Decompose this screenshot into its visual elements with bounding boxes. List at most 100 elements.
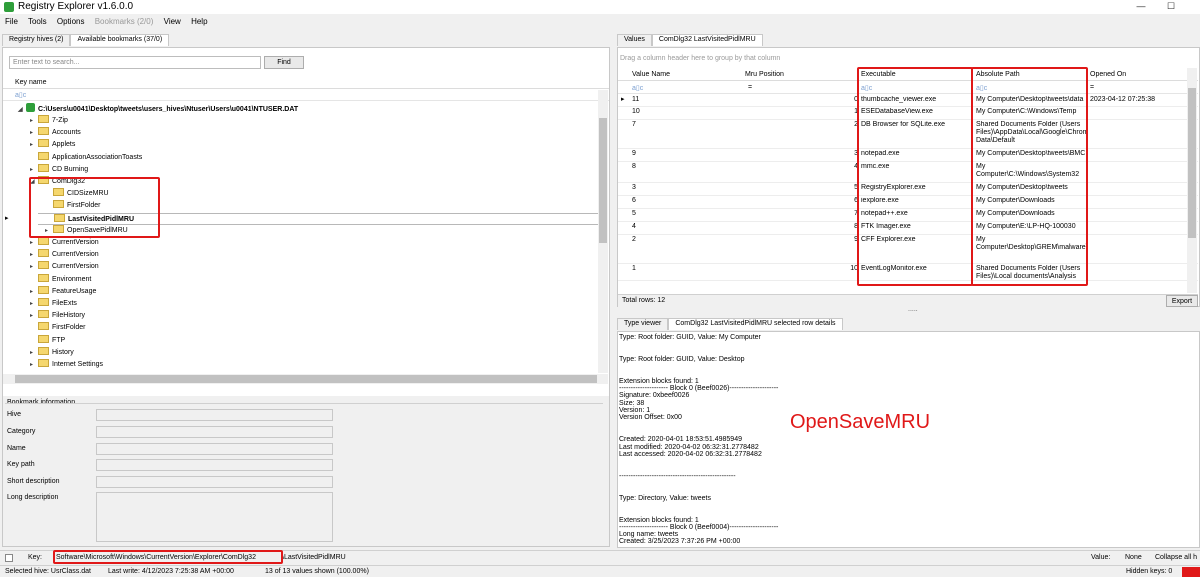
menu-view[interactable]: View — [164, 17, 181, 26]
tree-item-label: ComDlg32 — [52, 178, 86, 185]
short-description-field[interactable] — [96, 476, 333, 488]
filter-icon: a▯c — [861, 85, 873, 92]
tree-root[interactable]: ◢ C:\Users\u0041\Desktop\tweets\users_hiv… — [18, 103, 298, 115]
key-checkbox[interactable] — [5, 554, 13, 562]
splitter-handle[interactable]: ..... — [908, 306, 918, 313]
tree-scrollbar-thumb[interactable] — [599, 118, 607, 243]
menu-bookmarks[interactable]: Bookmarks (2/0) — [95, 17, 154, 26]
tree-item[interactable]: ▸ CurrentVersion — [30, 249, 99, 261]
search-input[interactable]: Enter text to search... — [9, 56, 261, 69]
cell-mru-position: 9 — [854, 236, 858, 243]
tab-type-viewer[interactable]: Type viewer — [617, 318, 669, 330]
menu-file[interactable]: File — [5, 17, 18, 26]
detail-line: Last modified: 2020-04-02 06:32:31.27784… — [619, 443, 759, 451]
tree-item[interactable]: ▸ FileExts — [30, 298, 77, 310]
col-opened-on[interactable]: Opened On — [1090, 71, 1126, 78]
chevron-right-icon[interactable]: ▸ — [30, 359, 38, 371]
tree-hscrollbar[interactable] — [3, 374, 608, 384]
category-field[interactable] — [96, 426, 333, 438]
name-field[interactable] — [96, 443, 333, 455]
menu-help[interactable]: Help — [191, 17, 207, 26]
col-mru-position[interactable]: Mru Position — [745, 71, 784, 78]
cell-value-name: 1 — [632, 265, 636, 272]
tree-item[interactable]: ▸ CD Burning — [30, 163, 88, 176]
tree-item[interactable]: ▸ CurrentVersion — [30, 237, 99, 249]
find-button[interactable]: Find — [264, 56, 304, 69]
chevron-right-icon[interactable]: ▸ — [30, 164, 38, 176]
table-row[interactable]: 1 10 EventLogMonitor.exe Shared Documents F… — [618, 264, 1198, 281]
tree-item[interactable]: ▸ Internet Settings — [30, 359, 103, 371]
table-row[interactable]: 3 5 RegistryExplorer.exe My Computer\Deskto… — [618, 183, 1198, 196]
chevron-right-icon[interactable]: ▸ — [45, 225, 53, 237]
folder-icon — [38, 359, 49, 367]
menu-options[interactable]: Options — [57, 17, 85, 26]
cell-value-name: 6 — [632, 197, 636, 204]
export-button[interactable]: Export — [1166, 295, 1198, 307]
chevron-right-icon[interactable]: ▸ — [30, 115, 38, 127]
key-name-header[interactable]: Key name — [15, 79, 47, 86]
table-row[interactable]: 4 8 FTK Imager.exe My Computer\E:\LP-HQ-100… — [618, 222, 1198, 235]
tree-filter-row[interactable]: a▯c — [3, 89, 609, 101]
table-row[interactable]: 2 9 CFF Explorer.exe My Computer\Desktop\GR… — [618, 235, 1198, 264]
col-absolute-path[interactable]: Absolute Path — [976, 71, 1020, 78]
folder-icon — [38, 249, 49, 258]
tab-registry-hives[interactable]: Registry hives (2) — [2, 34, 71, 46]
tree-item[interactable]: ▸ History — [30, 346, 74, 359]
grid-scrollbar[interactable] — [1187, 68, 1197, 293]
table-row[interactable]: 10 1 ESEDatabaseView.exe My Computer\C:\Win… — [618, 107, 1198, 120]
minimize-button[interactable]: — — [1126, 0, 1156, 14]
tree-item[interactable]: ▸ Accounts — [30, 127, 81, 139]
chevron-right-icon[interactable]: ▸ — [30, 139, 38, 151]
grid-scrollbar-thumb[interactable] — [1188, 88, 1196, 238]
tree-item[interactable]: CIDSizeMRU — [45, 188, 109, 200]
chevron-right-icon[interactable]: ▸ — [30, 249, 38, 261]
table-row[interactable]: 6 6 iexplore.exe My Computer\Downloads — [618, 196, 1198, 209]
chevron-right-icon[interactable]: ▸ — [30, 298, 38, 310]
chevron-down-icon[interactable]: ◢ — [30, 176, 38, 188]
menu-tools[interactable]: Tools — [28, 17, 47, 26]
tab-available-bookmarks[interactable]: Available bookmarks (37/0) — [70, 34, 170, 46]
col-executable[interactable]: Executable — [861, 71, 896, 78]
detail-line: Size: 38 — [619, 399, 645, 407]
tab-lastvisited[interactable]: ComDlg32 LastVisitedPidlMRU — [651, 34, 763, 46]
maximize-button[interactable]: ☐ — [1156, 0, 1186, 14]
tree-scrollbar[interactable] — [598, 90, 608, 373]
tree-item[interactable]: Environment — [30, 273, 91, 286]
tree-item[interactable]: LastVisitedPidlMRU — [38, 212, 598, 225]
tree-item[interactable]: ▸ FeatureUsage — [30, 285, 96, 298]
table-row[interactable]: 5 7 notepad++.exe My Computer\Downloads — [618, 209, 1198, 222]
chevron-right-icon[interactable]: ▸ — [30, 310, 38, 322]
tree-item[interactable]: ▸ OpenSavePidlMRU — [45, 224, 128, 237]
tree-item[interactable]: ▸ FileHistory — [30, 310, 85, 322]
tree-item-label: History — [52, 348, 74, 356]
table-row[interactable]: 8 4 mmc.exe My Computer\C:\Windows\System32 — [618, 162, 1198, 183]
tree-item[interactable]: ▸ Applets — [30, 139, 75, 151]
table-row[interactable]: 9 3 notepad.exe My Computer\Desktop\tweets\… — [618, 149, 1198, 162]
tree-item[interactable]: FirstFolder — [45, 200, 100, 212]
tab-row-details[interactable]: ComDlg32 LastVisitedPidlMRU selected row… — [668, 318, 843, 330]
hive-field[interactable] — [96, 409, 333, 421]
tab-values[interactable]: Values — [617, 34, 652, 46]
tree-hscrollbar-thumb[interactable] — [15, 375, 597, 383]
tree-header: Key name — [3, 77, 609, 89]
cell-executable: RegistryExplorer.exe — [861, 184, 926, 191]
chevron-right-icon[interactable]: ▸ — [30, 347, 38, 359]
chevron-right-icon[interactable]: ▸ — [30, 237, 38, 249]
grid-filter-row[interactable]: a▯c = a▯c a▯c = — [618, 82, 1198, 94]
chevron-right-icon[interactable]: ▸ — [30, 127, 38, 139]
chevron-right-icon[interactable]: ▸ — [30, 286, 38, 298]
tree-item[interactable]: ▸ 7-Zip — [30, 115, 68, 127]
tree-item[interactable]: FTP — [30, 334, 65, 347]
col-value-name[interactable]: Value Name — [632, 71, 670, 78]
tree-item[interactable]: FirstFolder — [30, 322, 85, 334]
tree-item[interactable]: ApplicationAssociationToasts — [30, 151, 142, 164]
table-row[interactable]: 7 2 DB Browser for SQLite.exe Shared Docume… — [618, 120, 1198, 149]
long-description-field[interactable] — [96, 492, 333, 542]
cell-mru-position: 7 — [854, 210, 858, 217]
table-row[interactable]: 11 0 thumbcache_viewer.exe My Computer\Desk… — [618, 95, 1198, 107]
tree-item[interactable]: ▸ CurrentVersion — [30, 261, 99, 273]
key-path-field[interactable] — [96, 459, 333, 471]
chevron-right-icon[interactable]: ▸ — [30, 261, 38, 273]
chevron-down-icon[interactable]: ◢ — [18, 104, 26, 116]
tree-item[interactable]: ◢ ComDlg32 — [30, 176, 85, 188]
